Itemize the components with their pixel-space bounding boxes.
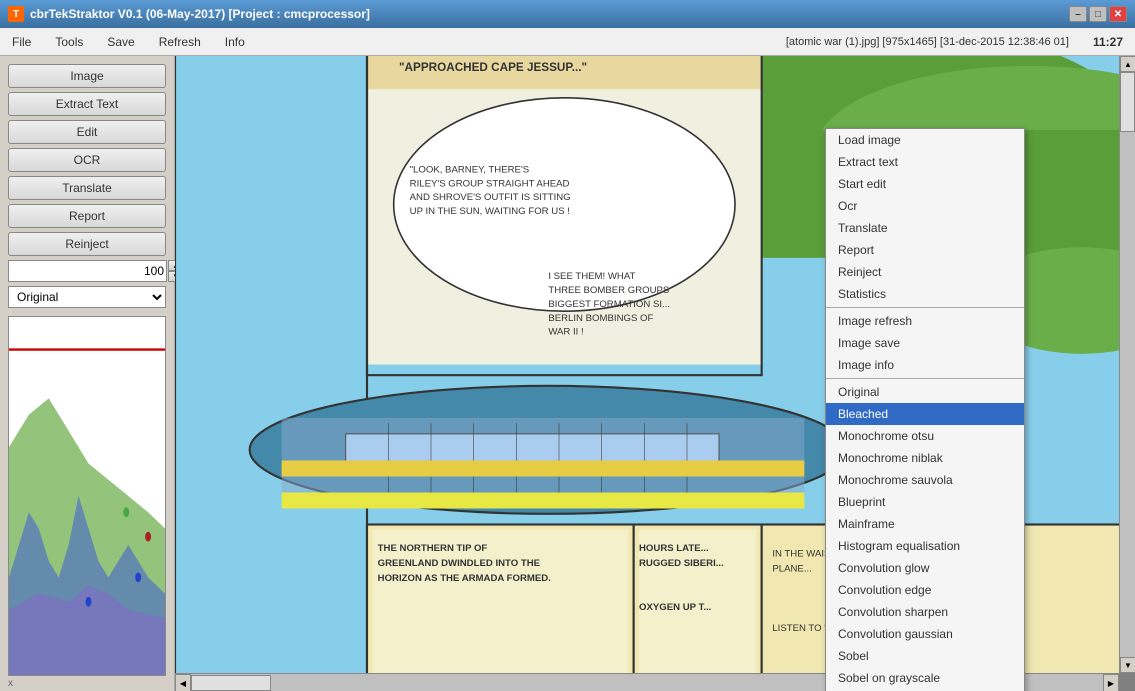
- edit-button[interactable]: Edit: [8, 120, 166, 144]
- ctx-load-image[interactable]: Load image: [826, 129, 1024, 151]
- context-menu: Load image Extract text Start edit Ocr T…: [825, 128, 1025, 691]
- ctx-mono-sauvola[interactable]: Monochrome sauvola: [826, 469, 1024, 491]
- ctx-original[interactable]: Original: [826, 381, 1024, 403]
- ctx-sobel[interactable]: Sobel: [826, 645, 1024, 667]
- ctx-conv-sharpen[interactable]: Convolution sharpen: [826, 601, 1024, 623]
- zoom-input[interactable]: [8, 260, 167, 282]
- ctx-statistics[interactable]: Statistics: [826, 283, 1024, 305]
- translate-button[interactable]: Translate: [8, 176, 166, 200]
- menu-save[interactable]: Save: [95, 28, 146, 55]
- report-button[interactable]: Report: [8, 204, 166, 228]
- ctx-image-refresh[interactable]: Image refresh: [826, 310, 1024, 332]
- title-bar: T cbrTekStraktor V0.1 (06-May-2017) [Pro…: [0, 0, 1135, 28]
- scroll-thumb-v[interactable]: [1120, 72, 1135, 132]
- ocr-button[interactable]: OCR: [8, 148, 166, 172]
- histogram-area: [8, 316, 166, 676]
- extract-text-button[interactable]: Extract Text: [8, 92, 166, 116]
- zoom-spinner-row: ▲ ▼: [8, 260, 166, 282]
- view-mode-row: Original Bleached Monochrome otsu Monoch…: [8, 286, 166, 308]
- ctx-histogram-eq[interactable]: Histogram equalisation: [826, 535, 1024, 557]
- ctx-ocr[interactable]: Ocr: [826, 195, 1024, 217]
- scroll-thumb-h[interactable]: [191, 675, 271, 691]
- ctx-mono-niblak[interactable]: Monochrome niblak: [826, 447, 1024, 469]
- svg-text:"LOOK, BARNEY, THERE'S: "LOOK, BARNEY, THERE'S: [410, 165, 530, 176]
- histogram-svg: [9, 317, 165, 675]
- menu-bar: File Tools Save Refresh Info [atomic war…: [0, 28, 1135, 56]
- view-mode-dropdown[interactable]: Original Bleached Monochrome otsu Monoch…: [8, 286, 166, 308]
- svg-text:GREENLAND DWINDLED INTO THE: GREENLAND DWINDLED INTO THE: [378, 558, 541, 569]
- svg-text:UP IN THE SUN, WAITING FOR US: UP IN THE SUN, WAITING FOR US !: [410, 206, 570, 217]
- ctx-blueprint[interactable]: Blueprint: [826, 491, 1024, 513]
- svg-text:RUGGED SIBERI...: RUGGED SIBERI...: [639, 558, 724, 569]
- vertical-scrollbar[interactable]: ▲ ▼: [1119, 56, 1135, 673]
- svg-text:WAR II !: WAR II !: [548, 327, 583, 338]
- scroll-down-arrow[interactable]: ▼: [1120, 657, 1135, 673]
- menu-info[interactable]: Info: [213, 28, 257, 55]
- window-title: cbrTekStraktor V0.1 (06-May-2017) [Proje…: [30, 7, 1069, 21]
- ctx-bleached[interactable]: Bleached: [826, 403, 1024, 425]
- ctx-extract-text[interactable]: Extract text: [826, 151, 1024, 173]
- svg-text:"APPROACHED CAPE JESSUP...": "APPROACHED CAPE JESSUP...": [399, 61, 587, 74]
- svg-text:I SEE THEM! WHAT: I SEE THEM! WHAT: [548, 271, 635, 282]
- ctx-conv-edge[interactable]: Convolution edge: [826, 579, 1024, 601]
- scroll-up-arrow[interactable]: ▲: [1120, 56, 1135, 72]
- close-button[interactable]: ✕: [1109, 6, 1127, 22]
- sidebar: Image Extract Text Edit OCR Translate Re…: [0, 56, 175, 691]
- ctx-reinject[interactable]: Reinject: [826, 261, 1024, 283]
- ctx-image-info[interactable]: Image info: [826, 354, 1024, 376]
- ctx-sep-1: [826, 307, 1024, 308]
- app-icon: T: [8, 6, 24, 22]
- svg-text:OXYGEN UP T...: OXYGEN UP T...: [639, 602, 711, 613]
- scroll-right-arrow[interactable]: ▶: [1103, 674, 1119, 691]
- ctx-translate[interactable]: Translate: [826, 217, 1024, 239]
- ctx-start-edit[interactable]: Start edit: [826, 173, 1024, 195]
- scroll-track-v: [1120, 72, 1135, 657]
- image-button[interactable]: Image: [8, 64, 166, 88]
- minimize-button[interactable]: –: [1069, 6, 1087, 22]
- menu-file[interactable]: File: [0, 28, 43, 55]
- ctx-conv-gaussian[interactable]: Convolution gaussian: [826, 623, 1024, 645]
- ctx-sobel-gray[interactable]: Sobel on grayscale: [826, 667, 1024, 689]
- content-area[interactable]: "APPROACHED CAPE JESSUP..." "LOOK, BARNE…: [175, 56, 1135, 691]
- ctx-mono-otsu[interactable]: Monochrome otsu: [826, 425, 1024, 447]
- window-controls: – □ ✕: [1069, 6, 1127, 22]
- svg-text:HOURS LATE...: HOURS LATE...: [639, 543, 709, 554]
- menu-tools[interactable]: Tools: [43, 28, 95, 55]
- svg-text:THE NORTHERN TIP OF: THE NORTHERN TIP OF: [378, 543, 488, 554]
- ctx-report[interactable]: Report: [826, 239, 1024, 261]
- menu-refresh[interactable]: Refresh: [147, 28, 213, 55]
- ctx-sep-2: [826, 378, 1024, 379]
- scroll-left-arrow[interactable]: ◀: [175, 674, 191, 691]
- main-layout: Image Extract Text Edit OCR Translate Re…: [0, 56, 1135, 691]
- svg-text:RILEY'S GROUP STRAIGHT AHEAD: RILEY'S GROUP STRAIGHT AHEAD: [410, 178, 570, 189]
- ctx-image-save[interactable]: Image save: [826, 332, 1024, 354]
- svg-text:HORIZON AS THE ARMADA FORMED.: HORIZON AS THE ARMADA FORMED.: [378, 573, 551, 584]
- sidebar-label: x: [8, 676, 166, 691]
- svg-text:PLANE...: PLANE...: [772, 563, 811, 574]
- ctx-conv-glow[interactable]: Convolution glow: [826, 557, 1024, 579]
- reinject-button[interactable]: Reinject: [8, 232, 166, 256]
- clock: 11:27: [1081, 31, 1135, 53]
- svg-text:BIGGEST FORMATION SI...: BIGGEST FORMATION SI...: [548, 299, 670, 310]
- svg-text:AND SHROVE'S OUTFIT IS SITTING: AND SHROVE'S OUTFIT IS SITTING: [410, 192, 571, 203]
- svg-text:THREE BOMBER GROUPS: THREE BOMBER GROUPS: [548, 285, 669, 296]
- svg-text:BERLIN BOMBINGS OF: BERLIN BOMBINGS OF: [548, 313, 653, 324]
- ctx-mainframe[interactable]: Mainframe: [826, 513, 1024, 535]
- file-status: [atomic war (1).jpg] [975x1465] [31-dec-…: [774, 32, 1081, 52]
- maximize-button[interactable]: □: [1089, 6, 1107, 22]
